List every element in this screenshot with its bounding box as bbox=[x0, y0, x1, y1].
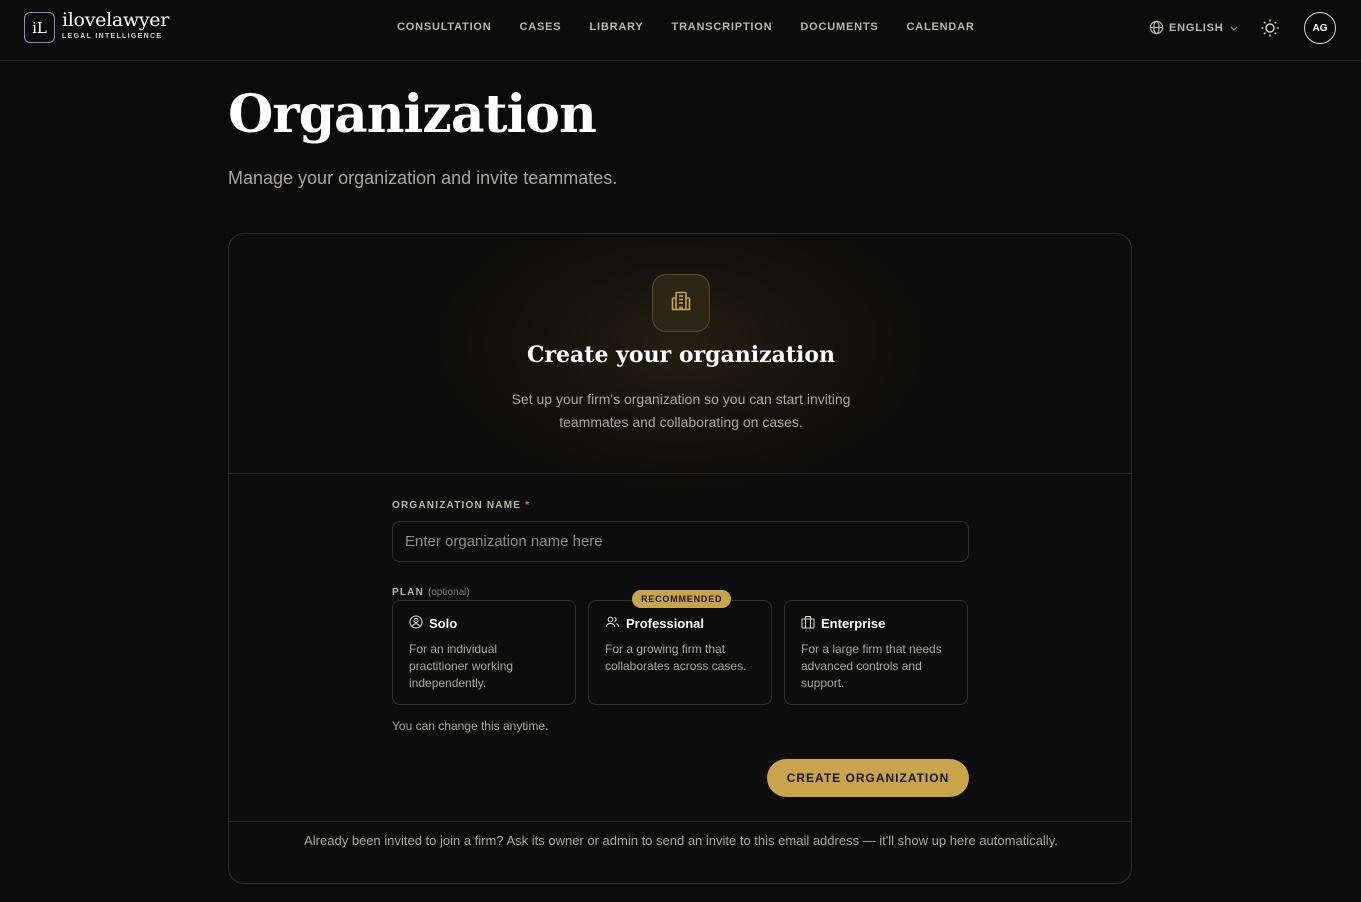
recommended-badge: RECOMMENDED bbox=[632, 590, 732, 608]
card-description: Set up your firm's organization so you c… bbox=[511, 391, 851, 430]
language-selector[interactable]: ENGLISH bbox=[1149, 20, 1239, 35]
nav-consultation[interactable]: CONSULTATION bbox=[397, 21, 492, 33]
plan-solo-description: For an individual practitioner working i… bbox=[409, 642, 514, 690]
logo-mark-text: iL bbox=[32, 18, 47, 37]
theme-toggle-button[interactable] bbox=[1260, 18, 1280, 38]
organization-name-input[interactable] bbox=[392, 521, 969, 562]
nav-cases[interactable]: CASES bbox=[520, 21, 562, 33]
required-asterisk: * bbox=[525, 500, 531, 511]
organization-name-label-text: ORGANIZATION NAME bbox=[392, 500, 522, 511]
plan-optional-text: (optional) bbox=[428, 587, 470, 598]
avatar-initials: AG bbox=[1312, 22, 1328, 34]
main-nav: CONSULTATION CASES LIBRARY TRANSCRIPTION… bbox=[397, 21, 1003, 33]
chevron-down-icon bbox=[1229, 23, 1239, 33]
plan-solo-header: Solo bbox=[409, 615, 559, 632]
plan-professional-description: For a growing firm that collaborates acr… bbox=[605, 642, 747, 673]
plan-option-solo[interactable]: Solo For an individual practitioner work… bbox=[392, 600, 576, 705]
globe-icon bbox=[1149, 20, 1164, 35]
organization-icon-tile bbox=[652, 274, 710, 332]
page-subtitle: Manage your organization and invite team… bbox=[228, 168, 618, 188]
page-title: Organization bbox=[228, 84, 597, 145]
plan-hint: You can change this anytime. bbox=[392, 719, 549, 733]
plan-enterprise-description: For a large firm that needs advanced con… bbox=[801, 642, 942, 690]
organization-name-label: ORGANIZATION NAME * bbox=[392, 500, 530, 511]
plan-label: PLAN (optional) bbox=[392, 587, 470, 598]
plan-enterprise-name: Enterprise bbox=[821, 616, 886, 631]
nav-calendar[interactable]: CALENDAR bbox=[906, 21, 974, 33]
brand-tagline: LEGAL INTELLIGENCE bbox=[62, 33, 163, 40]
user-avatar[interactable]: AG bbox=[1304, 12, 1336, 44]
card-title: Create your organization bbox=[526, 342, 836, 368]
nav-library[interactable]: LIBRARY bbox=[589, 21, 643, 33]
plan-option-professional[interactable]: Professional For a growing firm that col… bbox=[588, 600, 772, 705]
divider bbox=[229, 821, 1131, 822]
plan-label-text: PLAN bbox=[392, 587, 425, 598]
plan-option-enterprise[interactable]: Enterprise For a large firm that needs a… bbox=[784, 600, 968, 705]
building-icon bbox=[669, 289, 693, 318]
plan-professional-header: Professional bbox=[605, 615, 755, 632]
plan-professional-name: Professional bbox=[626, 616, 705, 631]
users-icon bbox=[605, 615, 620, 632]
nav-transcription[interactable]: TRANSCRIPTION bbox=[672, 21, 773, 33]
user-circle-icon bbox=[409, 615, 423, 632]
top-navigation-bar: iL ilovelawyer LEGAL INTELLIGENCE CONSUL… bbox=[0, 0, 1361, 61]
plan-enterprise-header: Enterprise bbox=[801, 615, 951, 632]
divider bbox=[229, 473, 1131, 474]
nav-documents[interactable]: DOCUMENTS bbox=[800, 21, 878, 33]
building-icon bbox=[801, 615, 815, 632]
brand-name[interactable]: ilovelawyer bbox=[62, 9, 169, 31]
plan-solo-name: Solo bbox=[429, 616, 458, 631]
logo-mark[interactable]: iL bbox=[24, 12, 55, 43]
create-organization-button[interactable]: CREATE ORGANIZATION bbox=[767, 759, 969, 797]
sun-icon bbox=[1260, 19, 1280, 42]
invite-note: Already been invited to join a firm? Ask… bbox=[304, 833, 1058, 848]
create-organization-card: Create your organization Set up your fir… bbox=[228, 233, 1132, 884]
language-label: ENGLISH bbox=[1169, 21, 1224, 34]
